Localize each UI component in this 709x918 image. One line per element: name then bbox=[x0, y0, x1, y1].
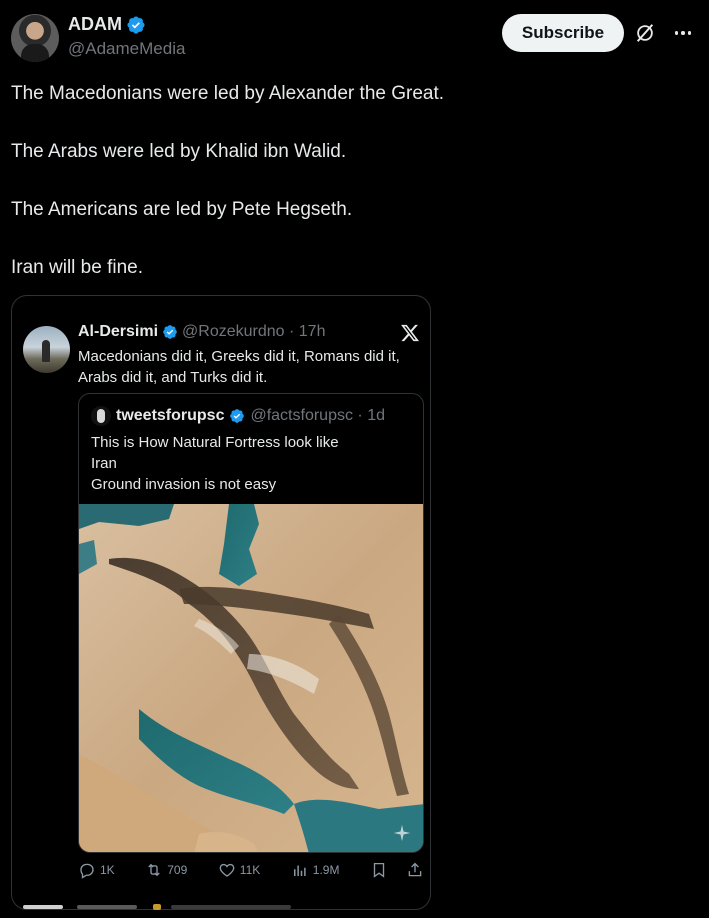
verified-badge-icon bbox=[163, 325, 177, 339]
reply-count: 1K bbox=[100, 863, 115, 877]
verified-badge-icon bbox=[230, 409, 245, 423]
reply-action[interactable]: 1K bbox=[78, 861, 115, 879]
embedded-image[interactable]: Al-Dersimi @Rozekurdno · 17h Macedonians… bbox=[11, 295, 431, 910]
more-icon[interactable] bbox=[671, 22, 695, 44]
quoted-name: Al-Dersimi bbox=[78, 323, 159, 340]
bookmark-icon[interactable] bbox=[370, 861, 388, 879]
author-handle[interactable]: @AdameMedia bbox=[68, 39, 185, 59]
post-header: ADAM @AdameMedia Subscribe bbox=[11, 13, 698, 63]
post-line-3: The Americans are led by Pete Hegseth. bbox=[11, 199, 353, 220]
inner-text: This is How Natural Fortress look like I… bbox=[91, 432, 339, 495]
quoted-text: Macedonians did it, Greeks did it, Roman… bbox=[78, 348, 400, 386]
quoted-header: Al-Dersimi @Rozekurdno · 17h bbox=[78, 323, 325, 341]
quoted-avatar bbox=[23, 326, 70, 373]
views-count: 1.9M bbox=[312, 863, 340, 877]
like-count: 11K bbox=[239, 863, 261, 877]
share-icon[interactable] bbox=[406, 861, 424, 879]
iran-relief-map bbox=[79, 504, 423, 852]
inner-line-1: This is How Natural Fortress look like bbox=[91, 434, 339, 451]
post-line-1: The Macedonians were led by Alexander th… bbox=[11, 83, 445, 104]
inner-line-3: Ground invasion is not easy bbox=[91, 476, 277, 493]
end-actions bbox=[370, 861, 424, 879]
inner-avatar bbox=[91, 406, 111, 426]
like-action[interactable]: 11K bbox=[218, 861, 260, 879]
repost-action[interactable]: 709 bbox=[145, 861, 187, 879]
views-action[interactable]: 1.9M bbox=[291, 861, 340, 879]
post-line-4: Iran will be fine. bbox=[11, 257, 144, 278]
verified-badge-icon bbox=[127, 15, 145, 34]
author-name-row: ADAM bbox=[68, 14, 146, 35]
repost-icon bbox=[148, 863, 160, 877]
x-logo-icon bbox=[401, 324, 420, 342]
post-line-2: The Arabs were led by Khalid ibn Walid. bbox=[11, 141, 347, 162]
grok-icon[interactable] bbox=[634, 22, 656, 44]
views-icon bbox=[293, 865, 306, 876]
inner-name: tweetsforupsc bbox=[116, 407, 225, 424]
next-quoted-post-peek bbox=[11, 895, 431, 918]
inner-quoted-post: tweetsforupsc @factsforupsc · 1d This is… bbox=[78, 393, 424, 853]
inner-line-2: Iran bbox=[91, 455, 117, 472]
author-avatar[interactable] bbox=[11, 14, 59, 62]
reply-icon bbox=[80, 863, 94, 879]
sparkle-icon bbox=[393, 824, 411, 842]
inner-handle-time: @factsforupsc · 1d bbox=[250, 407, 385, 424]
subscribe-button[interactable]: Subscribe bbox=[502, 14, 624, 52]
repost-count: 709 bbox=[167, 863, 188, 877]
like-icon bbox=[219, 863, 235, 877]
inner-header: tweetsforupsc @factsforupsc · 1d bbox=[91, 406, 385, 426]
quoted-action-bar: 1K 709 11K 1.9M bbox=[78, 859, 424, 881]
quoted-handle-time: @Rozekurdno · 17h bbox=[182, 323, 326, 340]
author-name[interactable]: ADAM bbox=[68, 14, 122, 35]
post-text: The Macedonians were led by Alexander th… bbox=[11, 82, 691, 314]
